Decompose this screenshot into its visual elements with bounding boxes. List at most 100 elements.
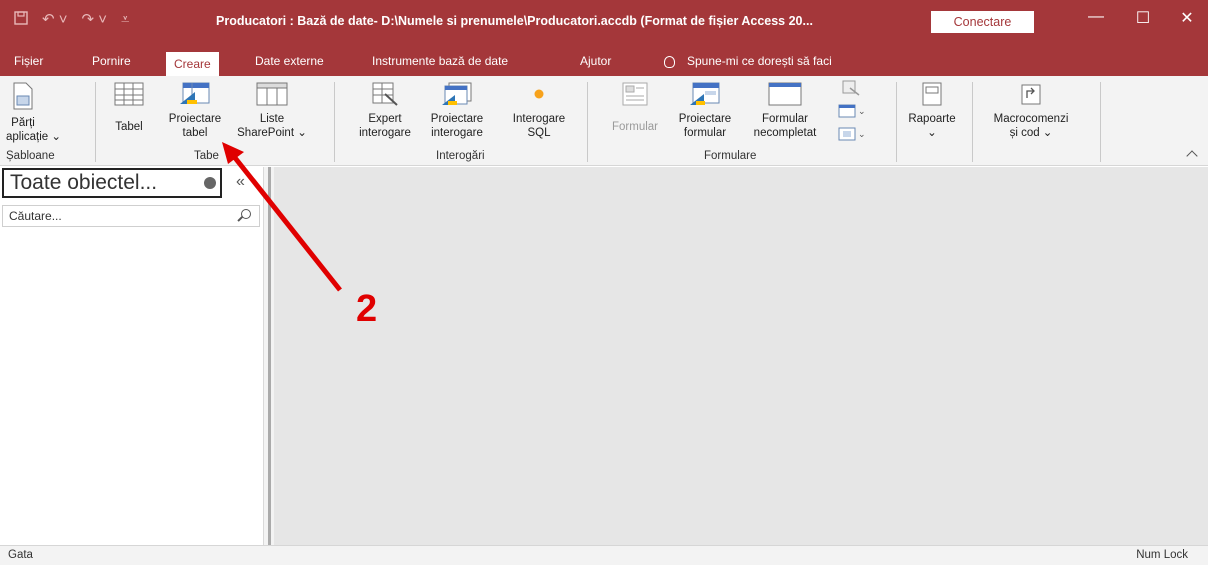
table-design-label-1: Proiectare [168,113,222,125]
svg-text:⌄: ⌄ [858,129,864,139]
document-work-area [274,167,1208,545]
tell-me-label: Spune-mi ce dorești să faci [687,54,832,68]
form-design-button[interactable]: Proiectare formular [670,82,740,140]
application-parts-icon [13,82,33,110]
undo-icon[interactable]: ↶ ˅ [42,11,68,30]
annotation-number: 2 [356,288,378,330]
table-icon [114,82,144,106]
form-wizard-icon [842,80,860,96]
navigation-pane: Toate obiectel... « Căutare... [0,167,262,545]
group-queries-label: Interogări [436,150,485,162]
blank-form-icon [768,82,802,106]
blank-form-label-2: necompletat [753,127,817,139]
search-input[interactable]: Căutare... [2,205,260,227]
reports-label-2: ⌄ [927,127,937,139]
group-templates-label: Șabloane [6,150,55,162]
quick-access-toolbar: ↶ ˅ ↷ ˅ ⩡ [14,11,129,30]
application-parts-label-2: aplicație ⌄ [6,131,62,143]
macros-code-button[interactable]: Macrocomenzi și cod ⌄ [984,82,1078,140]
sharepoint-lists-label-1: Liste [259,113,285,125]
sharepoint-lists-label-2: SharePoint ⌄ [237,127,307,139]
tell-me-box[interactable]: Spune-mi ce dorești să faci [664,46,832,76]
application-parts-label-1: Părți [11,117,35,129]
search-placeholder: Căutare... [9,209,62,223]
macro-icon [1021,84,1041,105]
title-bar: ↶ ˅ ↷ ˅ ⩡ Producatori : Bază de date- D:… [0,0,1208,46]
query-wizard-label-1: Expert [368,113,402,125]
chevron-down-icon[interactable] [204,177,216,189]
table-design-label-2: tabel [182,127,208,139]
sql-query-label-1: Interogare [512,113,566,125]
lightbulb-icon [664,55,675,68]
nav-pane-title: Toate obiectel... [10,171,158,194]
tab-database-tools[interactable]: Instrumente bază de date [372,46,508,76]
tab-file[interactable]: Fișier [14,46,43,76]
ribbon: Părți aplicație ⌄ Șabloane Tabel Proiect… [0,76,1208,166]
form-design-icon [690,82,720,105]
reports-icon [922,82,942,106]
tab-help[interactable]: Ajutor [580,46,611,76]
query-wizard-icon [372,82,398,106]
sharepoint-lists-button[interactable]: Liste SharePoint ⌄ [236,82,308,140]
group-divider [587,82,588,162]
query-design-label-2: interogare [431,127,483,139]
minimize-icon[interactable]: — [1081,8,1111,26]
tab-external-data[interactable]: Date externe [255,46,324,76]
reports-label-1: Rapoarte [908,113,956,125]
table-design-icon [180,82,210,104]
sql-query-label-2: SQL [527,127,551,139]
shutter-bar-close-icon[interactable]: « [236,173,245,191]
query-design-button[interactable]: Proiectare interogare [422,82,492,140]
more-forms-icon: ⌄ [838,127,866,141]
sql-query-button[interactable]: Interogare SQL [506,82,572,140]
navigation-form-icon: ⌄ [838,104,866,118]
save-icon[interactable] [14,11,28,30]
form-design-label-2: formular [683,127,727,139]
form-icon [622,82,648,106]
splitter-grip[interactable] [268,167,271,545]
redo-icon[interactable]: ↷ ˅ [82,11,108,30]
group-forms-label: Formulare [704,150,757,162]
pane-splitter[interactable] [263,167,274,545]
form-wizard-button[interactable] [838,80,864,100]
query-design-label-1: Proiectare [430,113,484,125]
query-wizard-label-2: interogare [359,127,411,139]
maximize-icon[interactable]: ☐ [1128,8,1158,28]
nav-pane-header[interactable]: Toate obiectel... [2,168,222,198]
tab-home[interactable]: Pornire [92,46,131,76]
blank-form-button[interactable]: Formular necompletat [744,82,826,140]
group-divider [896,82,897,162]
customize-qat-icon[interactable]: ⩡ [121,11,129,30]
svg-text:⌄: ⌄ [858,106,864,116]
group-divider [972,82,973,162]
query-wizard-button[interactable]: Expert interogare [354,82,416,140]
table-label: Tabel [115,121,143,133]
collapse-ribbon-icon[interactable] [1186,150,1198,162]
query-design-icon [442,82,472,105]
form-button[interactable]: Formular [604,82,666,134]
connect-button[interactable]: Conectare [931,11,1034,33]
form-label: Formular [611,121,658,133]
group-divider [334,82,335,162]
navigation-form-button[interactable]: ⌄ [838,103,866,123]
macros-label-1: Macrocomenzi [993,113,1069,125]
more-forms-button[interactable]: ⌄ [838,126,866,146]
status-bar: Gata Num Lock [0,545,1208,565]
sharepoint-list-icon [256,82,288,106]
status-text: Gata [8,549,33,561]
macros-label-2: și cod ⌄ [1009,127,1053,139]
form-design-label-1: Proiectare [678,113,732,125]
window-title: Producatori : Bază de date- D:\Numele si… [216,14,813,28]
table-button[interactable]: Tabel [114,82,144,134]
group-divider [1100,82,1101,162]
reports-button[interactable]: Rapoarte ⌄ [902,82,962,140]
search-icon[interactable] [241,209,251,219]
ribbon-tabs: Fișier Pornire Creare Date externe Instr… [0,46,1208,76]
table-design-button[interactable]: Proiectare tabel [160,82,230,140]
tab-create[interactable]: Creare [166,52,219,76]
application-parts-button[interactable]: Părți aplicație ⌄ [6,82,62,144]
group-divider [95,82,96,162]
close-icon[interactable]: ✕ [1172,8,1202,28]
sql-icon [534,89,544,99]
group-tables-label: Tabe [194,150,219,162]
